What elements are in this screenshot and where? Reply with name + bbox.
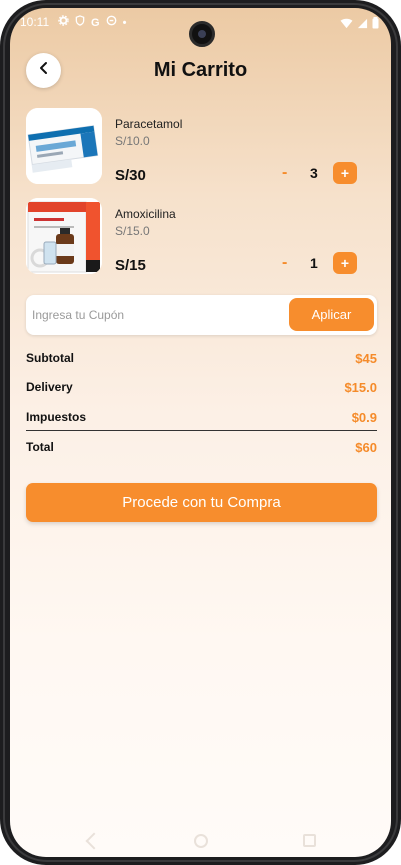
subtotal-value: $45 (355, 351, 377, 366)
summary-divider (26, 430, 377, 431)
item-unit-price: S/10.0 (115, 134, 150, 148)
increase-quantity-button[interactable]: + (333, 252, 357, 274)
taxes-label: Impuestos (26, 410, 87, 424)
item-name: Paracetamol (115, 117, 183, 131)
product-image-amoxicilina (26, 198, 102, 274)
delivery-label: Delivery (26, 380, 73, 394)
decrease-quantity-button[interactable]: - (282, 254, 287, 272)
app-screen: 10:11 G • Mi Carrito Paracetamol S/10.0 … (10, 8, 391, 857)
delivery-value: $15.0 (344, 380, 377, 395)
page-title: Mi Carrito (153, 59, 248, 81)
coupon-box: Aplicar (26, 295, 377, 335)
summary-taxes: Impuestos $0.9 (26, 410, 377, 428)
google-icon: G (91, 16, 100, 29)
total-value: $60 (355, 440, 377, 455)
battery-icon (372, 16, 379, 34)
summary-subtotal: Subtotal $45 (26, 351, 377, 369)
cart-item: Paracetamol S/10.0 S/30 - 3 + (26, 108, 377, 186)
settings-icon (58, 15, 69, 30)
dot-icon: • (122, 16, 127, 29)
phone-frame: 10:11 G • Mi Carrito Paracetamol S/10.0 … (0, 0, 401, 865)
item-name: Amoxicilina (115, 207, 176, 221)
product-image-paracetamol (26, 108, 102, 184)
summary-total: Total $60 (26, 440, 377, 458)
decrease-quantity-button[interactable]: - (282, 164, 287, 182)
item-total-price: S/30 (115, 167, 146, 184)
subtotal-label: Subtotal (26, 351, 74, 365)
signal-icon (357, 16, 368, 34)
nav-recents-icon[interactable] (303, 834, 316, 847)
total-label: Total (26, 440, 54, 454)
vpn-icon (106, 15, 117, 30)
status-time: 10:11 (20, 15, 50, 29)
status-notification-icons: G • (58, 15, 126, 30)
item-unit-price: S/15.0 (115, 224, 150, 238)
increase-quantity-button[interactable]: + (333, 162, 357, 184)
front-camera (189, 21, 215, 47)
wifi-icon (340, 16, 353, 34)
item-quantity: 3 (310, 165, 318, 181)
apply-coupon-button[interactable]: Aplicar (289, 298, 374, 331)
nav-back-icon[interactable] (85, 832, 103, 850)
system-nav-bar (10, 832, 391, 850)
item-quantity: 1 (310, 255, 318, 271)
item-total-price: S/15 (115, 257, 146, 274)
checkout-button[interactable]: Procede con tu Compra (26, 483, 377, 522)
coupon-input[interactable] (32, 303, 282, 327)
status-system-icons (340, 16, 379, 34)
summary-delivery: Delivery $15.0 (26, 380, 377, 398)
cart-item: Amoxicilina S/15.0 S/15 - 1 + (26, 198, 377, 276)
nav-home-icon[interactable] (194, 834, 208, 848)
shield-icon (75, 15, 85, 30)
taxes-value: $0.9 (351, 410, 377, 425)
